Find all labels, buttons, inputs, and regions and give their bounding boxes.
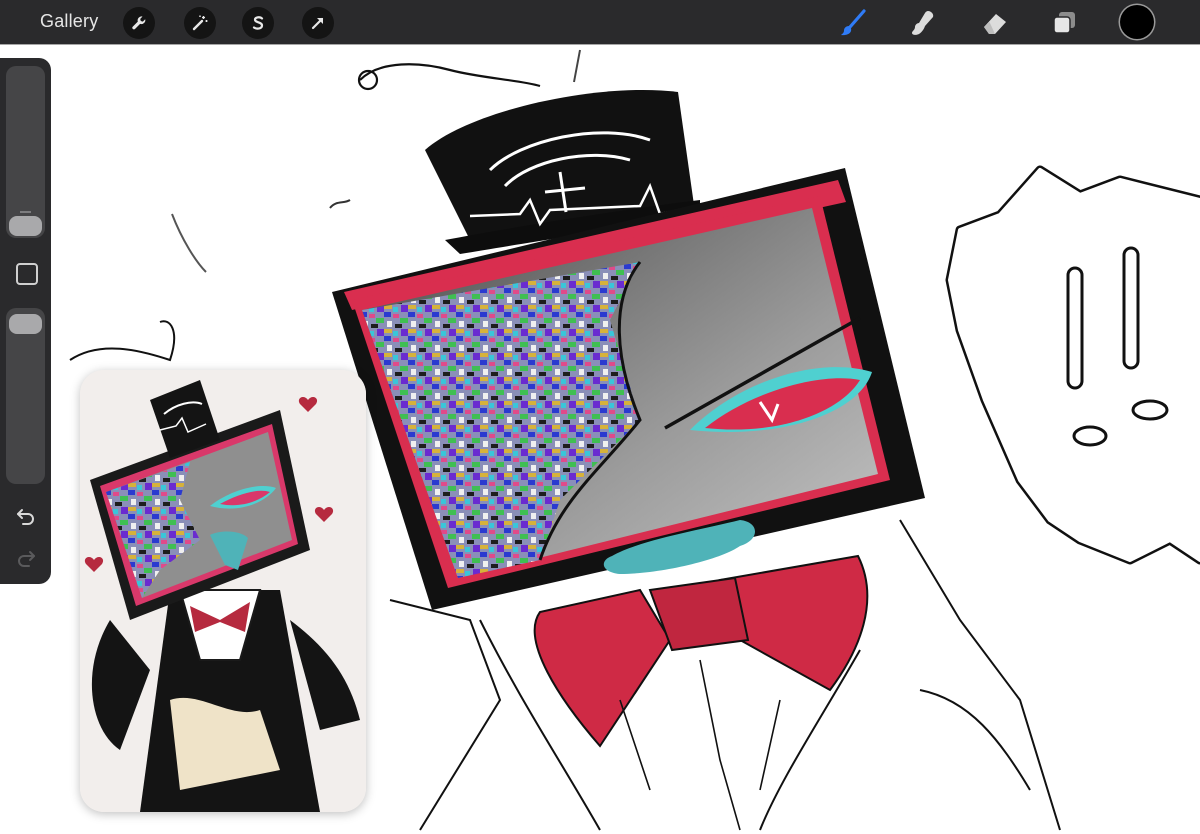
magic-wand-icon — [192, 15, 208, 31]
brush-tool[interactable] — [836, 6, 870, 40]
actions-button[interactable] — [123, 7, 155, 39]
transform-arrow-icon — [311, 17, 324, 30]
modify-button[interactable] — [16, 263, 38, 285]
wrench-icon — [132, 16, 146, 30]
gallery-button[interactable]: Gallery — [40, 11, 98, 32]
adjustments-button[interactable] — [184, 7, 216, 39]
eraser-tool[interactable] — [978, 6, 1012, 40]
smudge-tool[interactable] — [906, 6, 940, 40]
selection-s-icon — [252, 16, 264, 30]
color-picker-button[interactable] — [1120, 5, 1154, 39]
eraser-icon — [984, 14, 1006, 34]
layers-button[interactable] — [1048, 6, 1082, 40]
opacity-slider[interactable] — [6, 308, 45, 484]
left-sidebar — [0, 58, 51, 584]
opacity-thumb[interactable] — [9, 314, 42, 334]
undo-button[interactable] — [13, 505, 39, 527]
redo-icon — [18, 551, 35, 567]
brush-icon — [841, 9, 866, 36]
reference-image-panel[interactable] — [80, 370, 366, 812]
layers-icon — [1053, 12, 1075, 34]
transform-button[interactable] — [302, 7, 334, 39]
top-toolbar: Gallery — [0, 0, 1200, 44]
selection-button[interactable] — [242, 7, 274, 39]
brush-size-thumb[interactable] — [9, 216, 42, 236]
undo-icon — [17, 509, 34, 525]
drawing-canvas[interactable] — [0, 44, 1200, 834]
redo-button[interactable] — [13, 547, 39, 569]
smudge-icon — [912, 11, 934, 35]
reference-artwork — [80, 370, 366, 812]
brush-size-slider[interactable] — [6, 66, 45, 238]
